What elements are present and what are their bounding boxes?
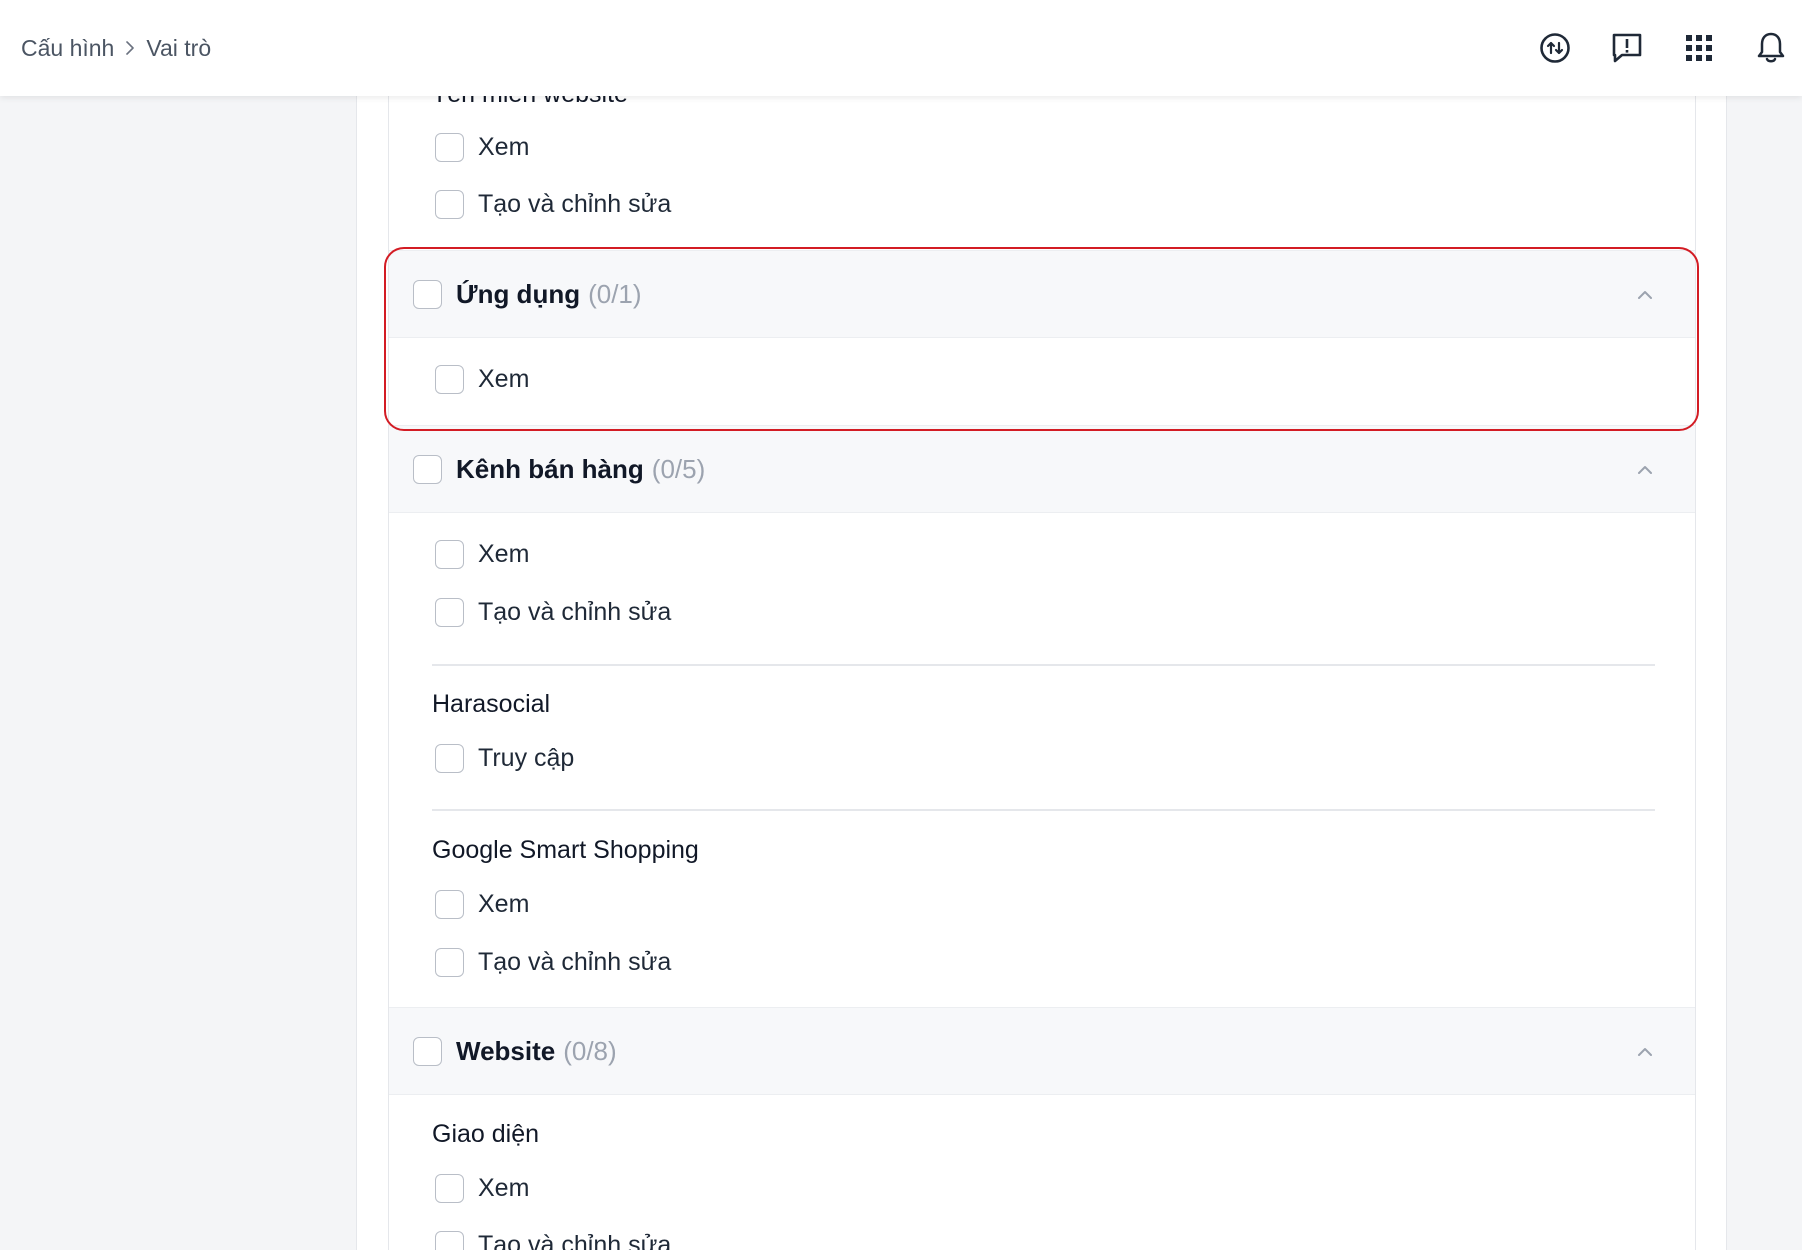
checkbox[interactable] — [435, 190, 464, 219]
group-title: Kênh bán hàng — [456, 453, 644, 484]
subsection-title: Google Smart Shopping — [432, 836, 699, 864]
permission-label: Xem — [478, 133, 530, 161]
subsection-title: Harasocial — [432, 690, 551, 718]
breadcrumb-current: Vai trò — [146, 34, 212, 61]
group-title: Website — [456, 1035, 556, 1066]
chevron-up-icon[interactable] — [1635, 1042, 1655, 1062]
permissions-card: Tên miền website Xem Tạo và chỉnh sửa Ứn… — [356, 96, 1727, 1250]
bell-icon[interactable] — [1751, 28, 1791, 68]
top-bar: Cấu hình Vai trò — [0, 0, 1802, 96]
feedback-icon[interactable] — [1607, 28, 1647, 68]
permission-label: Xem — [478, 365, 530, 393]
permission-row[interactable]: Xem — [435, 365, 529, 394]
divider — [432, 809, 1655, 811]
checkbox[interactable] — [435, 365, 464, 394]
chevron-right-icon — [124, 40, 136, 56]
permissions-list: Tên miền website Xem Tạo và chỉnh sửa Ứn… — [388, 96, 1696, 1250]
checkbox[interactable] — [435, 540, 464, 569]
permission-row[interactable]: Tạo và chỉnh sửa — [435, 190, 671, 219]
checkbox[interactable] — [435, 133, 464, 162]
apps-grid-icon[interactable] — [1679, 28, 1719, 68]
permission-label: Xem — [478, 1174, 530, 1202]
chevron-up-icon[interactable] — [1635, 460, 1655, 480]
permission-label: Truy cập — [478, 744, 575, 772]
group-header-kenh-ban-hang[interactable]: Kênh bán hàng (0/5) — [389, 425, 1695, 513]
permission-row[interactable]: Truy cập — [435, 744, 574, 773]
permission-row[interactable]: Tạo và chỉnh sửa — [435, 1231, 671, 1250]
checkbox[interactable] — [435, 1231, 464, 1250]
checkbox[interactable] — [435, 744, 464, 773]
group-header-ung-dung[interactable]: Ứng dụng (0/1) — [389, 250, 1695, 338]
permission-row[interactable]: Xem — [435, 133, 529, 162]
sync-icon[interactable] — [1535, 28, 1575, 68]
group-title: Ứng dụng — [456, 278, 581, 309]
group-checkbox[interactable] — [413, 454, 442, 484]
subsection-title: Giao diện — [432, 1120, 540, 1148]
permission-label: Tạo và chỉnh sửa — [478, 190, 672, 218]
checkbox[interactable] — [435, 948, 464, 977]
group-count: (0/8) — [563, 1035, 617, 1066]
section-title-domain: Tên miền website — [432, 96, 628, 109]
group-checkbox[interactable] — [413, 279, 442, 309]
group-checkbox[interactable] — [413, 1036, 442, 1066]
permission-label: Tạo và chỉnh sửa — [478, 598, 672, 626]
permission-label: Xem — [478, 890, 530, 918]
group-header-website[interactable]: Website (0/8) — [389, 1007, 1695, 1095]
group-count: (0/1) — [588, 278, 642, 309]
breadcrumb: Cấu hình Vai trò — [21, 0, 211, 96]
permission-label: Tạo và chỉnh sửa — [478, 1231, 672, 1250]
permission-row[interactable]: Xem — [435, 890, 529, 919]
permission-row[interactable]: Xem — [435, 540, 529, 569]
checkbox[interactable] — [435, 890, 464, 919]
chevron-up-icon[interactable] — [1635, 285, 1655, 305]
breadcrumb-parent[interactable]: Cấu hình — [21, 35, 114, 62]
group-count: (0/5) — [651, 453, 706, 484]
permission-row[interactable]: Xem — [435, 1174, 529, 1203]
permission-label: Tạo và chỉnh sửa — [478, 948, 672, 976]
checkbox[interactable] — [435, 598, 464, 627]
permission-row[interactable]: Tạo và chỉnh sửa — [435, 948, 671, 977]
checkbox[interactable] — [435, 1174, 464, 1203]
divider — [432, 664, 1655, 666]
permission-row[interactable]: Tạo và chỉnh sửa — [435, 598, 671, 627]
permission-label: Xem — [478, 540, 530, 568]
